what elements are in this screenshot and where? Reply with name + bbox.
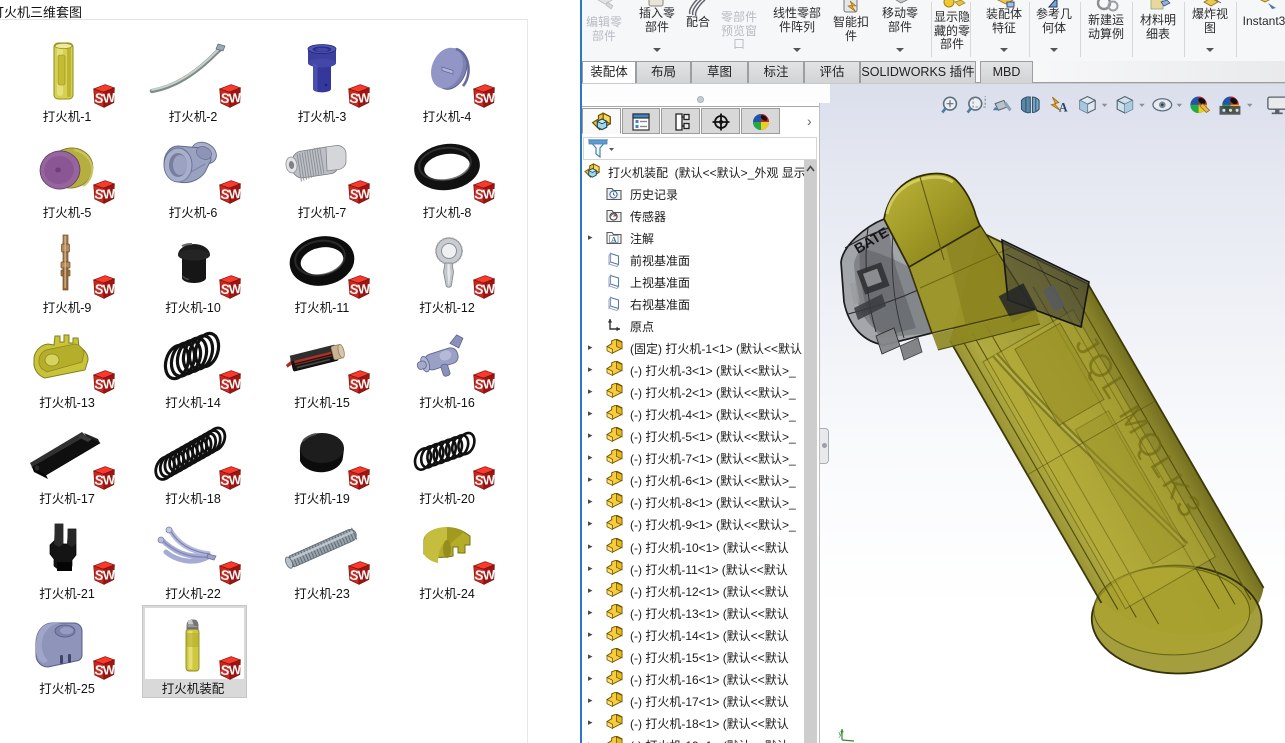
svg-text:W: W [102, 185, 116, 201]
svg-text:W: W [482, 471, 496, 487]
svg-text:A: A [611, 235, 617, 244]
svg-text:W: W [482, 566, 496, 582]
svg-text:W: W [357, 471, 371, 487]
svg-text:W: W [482, 376, 496, 392]
svg-text:W: W [102, 90, 116, 106]
svg-text:W: W [357, 566, 371, 582]
svg-text:W: W [482, 90, 496, 106]
svg-text:W: W [228, 90, 242, 106]
svg-text:W: W [228, 662, 242, 678]
svg-text:W: W [357, 281, 371, 297]
svg-text:W: W [357, 90, 371, 106]
svg-text:A: A [1059, 100, 1068, 114]
svg-text:W: W [228, 566, 242, 582]
svg-text:W: W [102, 281, 116, 297]
svg-text:W: W [228, 471, 242, 487]
svg-text:W: W [228, 376, 242, 392]
svg-text:y: y [839, 731, 843, 738]
svg-text:W: W [357, 185, 371, 201]
svg-text:W: W [482, 281, 496, 297]
svg-text:W: W [102, 376, 116, 392]
svg-text:W: W [102, 471, 116, 487]
svg-text:W: W [228, 185, 242, 201]
svg-text:W: W [102, 566, 116, 582]
svg-text:W: W [482, 185, 496, 201]
svg-text:W: W [357, 376, 371, 392]
svg-text:W: W [102, 662, 116, 678]
svg-text:W: W [228, 281, 242, 297]
